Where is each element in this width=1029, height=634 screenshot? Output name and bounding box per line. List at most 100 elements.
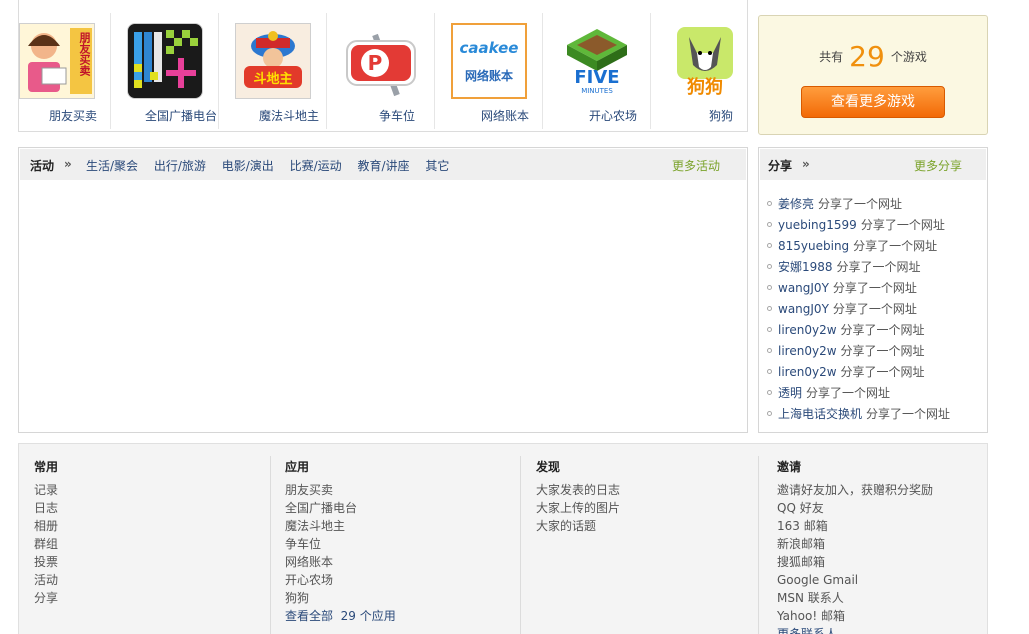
activity-category-tabs: 生活/聚会 出行/旅游 电影/演出 比赛/运动 教育/讲座 其它 (86, 157, 461, 174)
share-action: 分享了一个网址 (840, 344, 925, 358)
app-parking-thumb-text: P (367, 51, 383, 75)
footer-discover-link[interactable]: 大家发表的日志 (536, 481, 620, 499)
footer-app-link[interactable]: 狗狗 (285, 589, 396, 607)
share-user-link[interactable]: wangJ0Y (778, 302, 829, 316)
share-user-link[interactable]: 姜修亮 (778, 197, 814, 211)
app-farm-icon: FIVE MINUTES (559, 23, 635, 99)
footer-divider (270, 456, 271, 634)
footer-app-link[interactable]: 争车位 (285, 535, 396, 553)
share-list: 姜修亮 分享了一个网址 yuebing1599 分享了一个网址 815yuebing… (767, 194, 987, 425)
footer-invite-link[interactable]: Google Gmail (777, 571, 933, 589)
footer-col-common-title: 常用 (34, 460, 59, 474)
apps-panel: 朋友买卖 朋友买卖 全国广播电台 斗地主 魔法斗地主 P 争车位 caakee … (18, 0, 748, 132)
more-contacts-link[interactable]: 更多联系人…… (777, 625, 933, 634)
footer-app-link[interactable]: 魔法斗地主 (285, 517, 396, 535)
more-shares-link[interactable]: 更多分享 (914, 157, 962, 174)
share-item: yuebing1599 分享了一个网址 (767, 215, 987, 236)
bullet-icon (767, 306, 772, 311)
app-doudizhu-icon: 斗地主 (235, 23, 311, 99)
share-user-link[interactable]: 安娜1988 (778, 260, 833, 274)
games-count: 29 (849, 40, 885, 73)
share-user-link[interactable]: liren0y2w (778, 323, 837, 337)
app-doudizhu-thumb-text: 斗地主 (253, 72, 293, 87)
footer-col-apps-title: 应用 (285, 460, 310, 474)
activity-tab-sports[interactable]: 比赛/运动 (290, 159, 342, 173)
activity-tab-travel[interactable]: 出行/旅游 (154, 159, 206, 173)
bullet-icon (767, 264, 772, 269)
footer-invite-link[interactable]: 邀请好友加入，获赠积分奖励 (777, 481, 933, 499)
footer-link-blog[interactable]: 日志 (34, 499, 58, 517)
share-item: 815yuebing 分享了一个网址 (767, 236, 987, 257)
footer-link-groups[interactable]: 群组 (34, 535, 58, 553)
share-title: 分享 (768, 159, 793, 173)
bullet-icon (767, 285, 772, 290)
footer-col-apps: 应用 朋友买卖 全国广播电台 魔法斗地主 争车位 网络账本 开心农场 狗狗 查看… (285, 458, 396, 625)
view-all-apps-link[interactable]: 查看全部 29 个应用 (285, 607, 396, 625)
footer-app-link[interactable]: 朋友买卖 (285, 481, 396, 499)
share-action: 分享了一个网址 (818, 197, 903, 211)
more-activities-link[interactable]: 更多活动 (672, 157, 720, 174)
games-count-prefix: 共有 (819, 50, 844, 64)
footer-invite-link[interactable]: QQ 好友 (777, 499, 933, 517)
footer-invite-link[interactable]: Yahoo! 邮箱 (777, 607, 933, 625)
activity-tab-education[interactable]: 教育/讲座 (358, 159, 410, 173)
footer-col-discover: 发现 大家发表的日志 大家上传的图片 大家的话题 (536, 458, 620, 535)
bullet-icon (767, 348, 772, 353)
footer-col-invite-title: 邀请 (777, 460, 802, 474)
app-parking-icon: P (343, 23, 419, 99)
footer-app-link[interactable]: 开心农场 (285, 571, 396, 589)
share-user-link[interactable]: wangJ0Y (778, 281, 829, 295)
footer-app-link[interactable]: 网络账本 (285, 553, 396, 571)
activity-tab-life[interactable]: 生活/聚会 (86, 159, 138, 173)
more-games-button[interactable]: 查看更多游戏 (801, 86, 945, 118)
activity-panel: 活动 » 生活/聚会 出行/旅游 电影/演出 比赛/运动 教育/讲座 其它 更多… (18, 147, 748, 433)
bullet-icon (767, 390, 772, 395)
app-dog-thumb-text: 狗狗 (687, 77, 723, 98)
share-user-link[interactable]: liren0y2w (778, 365, 837, 379)
app-divider (542, 13, 543, 129)
footer-app-link[interactable]: 全国广播电台 (285, 499, 396, 517)
activity-arrow-icon: » (64, 157, 72, 171)
app-divider (650, 13, 651, 129)
footer-link-polls[interactable]: 投票 (34, 553, 58, 571)
app-friend-trade-icon: 朋友买卖 (19, 23, 95, 99)
app-ledger-thumb-text: 网络账本 (464, 69, 513, 83)
share-action: 分享了一个网址 (836, 260, 921, 274)
footer-divider (758, 456, 759, 634)
footer-divider (520, 456, 521, 634)
footer-link-album[interactable]: 相册 (34, 517, 58, 535)
share-action: 分享了一个网址 (832, 281, 917, 295)
footer-link-share[interactable]: 分享 (34, 589, 58, 607)
footer-discover-link[interactable]: 大家上传的图片 (536, 499, 620, 517)
share-item: wangJ0Y 分享了一个网址 (767, 278, 987, 299)
share-user-link[interactable]: 815yuebing (778, 239, 849, 253)
share-header: 分享 » 更多分享 (760, 149, 986, 180)
share-item: 透明 分享了一个网址 (767, 383, 987, 404)
app-divider (434, 13, 435, 129)
footer-invite-link[interactable]: 搜狐邮箱 (777, 553, 933, 571)
activity-tab-other[interactable]: 其它 (425, 159, 449, 173)
share-user-link[interactable]: 上海电话交换机 (778, 407, 862, 421)
app-ledger-logo-text: caakee (459, 39, 519, 57)
share-action: 分享了一个网址 (806, 386, 891, 400)
bullet-icon (767, 327, 772, 332)
footer-invite-link[interactable]: MSN 联系人 (777, 589, 933, 607)
share-user-link[interactable]: 透明 (778, 386, 802, 400)
footer-directory: 常用 记录 日志 相册 群组 投票 活动 分享 应用 朋友买卖 全国广播电台 魔… (18, 443, 988, 634)
app-divider (326, 13, 327, 129)
footer-invite-link[interactable]: 新浪邮箱 (777, 535, 933, 553)
activity-tab-movie[interactable]: 电影/演出 (222, 159, 274, 173)
share-user-link[interactable]: liren0y2w (778, 344, 837, 358)
bullet-icon (767, 411, 772, 416)
footer-link-records[interactable]: 记录 (34, 481, 58, 499)
games-panel: 共有 29 个游戏 查看更多游戏 (758, 15, 988, 135)
footer-col-invite: 邀请 邀请好友加入，获赠积分奖励 QQ 好友 163 邮箱 新浪邮箱 搜狐邮箱 … (777, 458, 933, 634)
share-user-link[interactable]: yuebing1599 (778, 218, 857, 232)
share-item: liren0y2w 分享了一个网址 (767, 362, 987, 383)
footer-discover-link[interactable]: 大家的话题 (536, 517, 620, 535)
share-action: 分享了一个网址 (853, 239, 938, 253)
footer-link-events[interactable]: 活动 (34, 571, 58, 589)
activity-title: 活动 (30, 159, 55, 173)
app-radio-icon (127, 23, 203, 99)
footer-invite-link[interactable]: 163 邮箱 (777, 517, 933, 535)
